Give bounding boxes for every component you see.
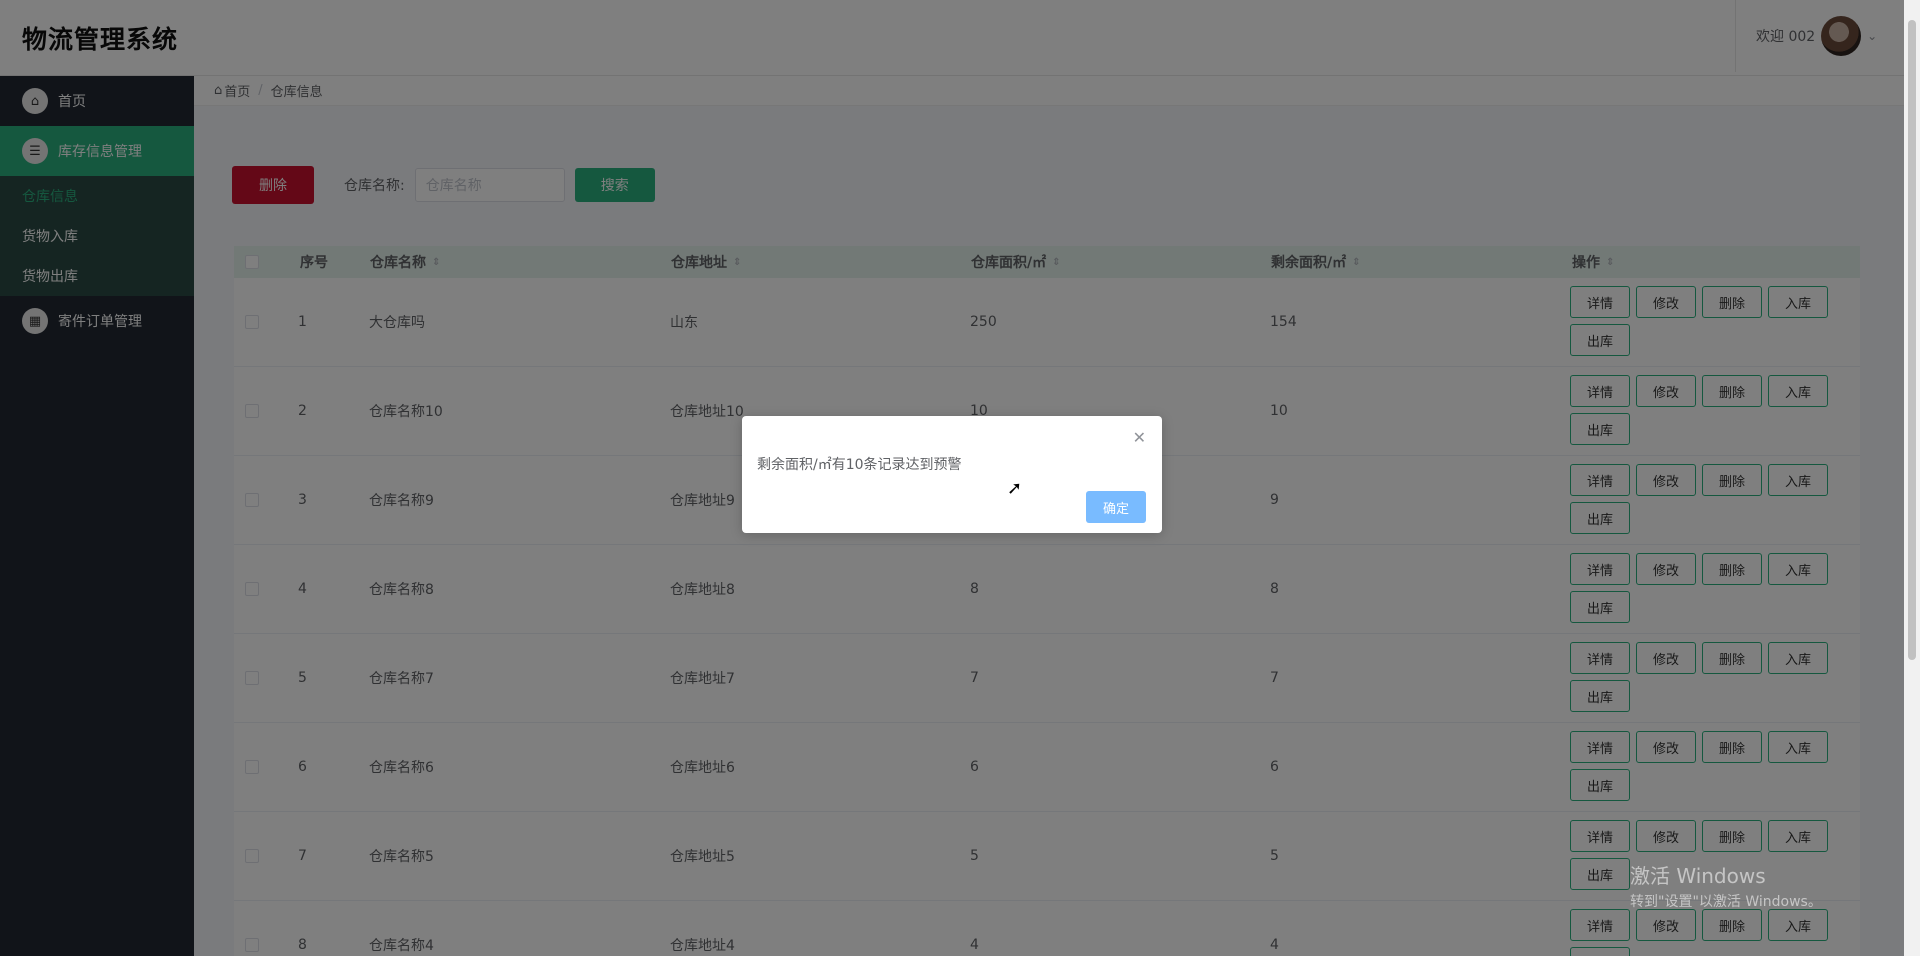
page-scrollbar[interactable] [1904,0,1920,956]
windows-activation-watermark: 激活 Windows 转到"设置"以激活 Windows。 [1630,860,1822,911]
watermark-line2: 转到"设置"以激活 Windows。 [1630,894,1822,910]
watermark-line1: 激活 Windows [1630,864,1766,888]
mouse-cursor-icon: ➚ [1007,478,1023,499]
close-icon[interactable]: ✕ [1133,428,1146,447]
dialog-message: 剩余面积/㎡有10条记录达到预警 [757,457,962,473]
scrollbar-thumb[interactable] [1908,20,1916,660]
warning-dialog: ✕ 剩余面积/㎡有10条记录达到预警 确定 [742,416,1162,533]
confirm-button[interactable]: 确定 [1086,491,1146,523]
